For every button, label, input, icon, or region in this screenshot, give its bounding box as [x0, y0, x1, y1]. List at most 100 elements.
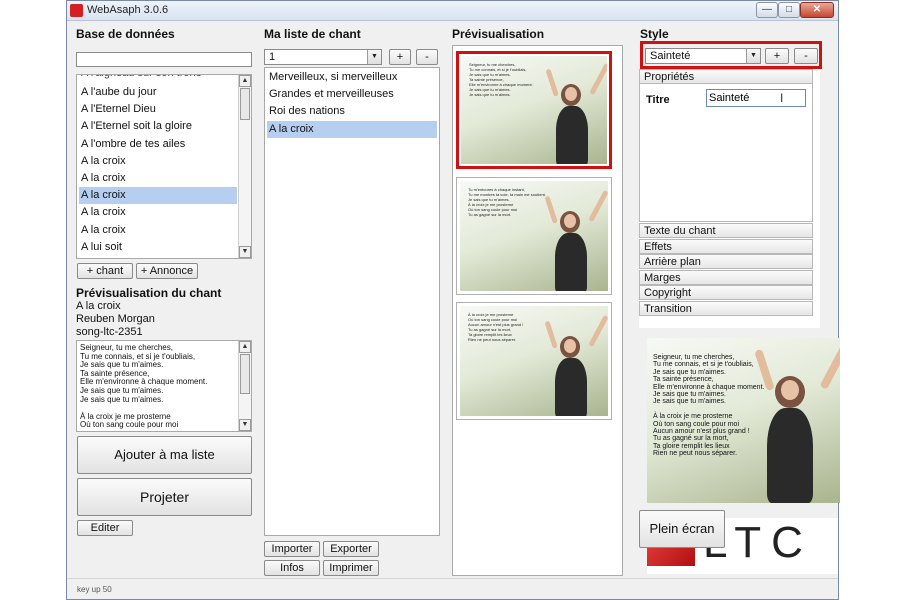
- list-item-partial: A l'aigneau sur son trône: [79, 75, 249, 82]
- person-face: [565, 87, 577, 101]
- database-title: Base de données: [76, 27, 175, 41]
- database-list-item[interactable]: A la croix: [79, 187, 237, 205]
- add-to-list-button[interactable]: Ajouter à ma liste: [77, 436, 252, 474]
- list-select[interactable]: 1 ▼: [264, 49, 382, 65]
- add-style-button[interactable]: +: [765, 48, 789, 64]
- scroll-thumb[interactable]: [240, 354, 250, 394]
- database-song-list[interactable]: A l'aigneau sur son trône A l'aube du jo…: [76, 74, 252, 259]
- person-body: [556, 106, 588, 164]
- person-arm: [588, 314, 608, 348]
- database-search-input[interactable]: [76, 52, 252, 67]
- scroll-down-icon[interactable]: ▼: [239, 419, 251, 431]
- properties-content: Titre I: [639, 84, 813, 222]
- database-list-item[interactable]: A la croix: [79, 170, 237, 187]
- person-body: [555, 233, 587, 291]
- add-announce-button[interactable]: + Annonce: [136, 263, 198, 279]
- my-list-item[interactable]: Roi des nations: [267, 103, 437, 120]
- database-list-item[interactable]: A la croix: [79, 222, 237, 239]
- slide-image: Seigneur, tu me cherches, Tu me connais,…: [461, 56, 607, 164]
- import-button[interactable]: Importer: [264, 541, 320, 557]
- lyrics-scrollbar[interactable]: ▲ ▼: [238, 341, 251, 431]
- status-bar: key up 50: [67, 578, 838, 599]
- slide-text: Tu m'entoures à chaque instant, Tu me mo…: [468, 187, 546, 217]
- my-list-item[interactable]: A la croix: [267, 120, 437, 138]
- print-button[interactable]: Imprimer: [323, 560, 379, 576]
- scroll-thumb[interactable]: [240, 88, 250, 120]
- database-list-item[interactable]: A lui soit: [79, 239, 237, 256]
- slide-thumbnail-selected[interactable]: Seigneur, tu me cherches, Tu me connais,…: [456, 51, 612, 169]
- add-list-button[interactable]: +: [389, 49, 411, 65]
- remove-style-button[interactable]: -: [794, 48, 818, 64]
- properties-header[interactable]: Propriétés: [639, 69, 813, 84]
- database-list-item[interactable]: A la croix: [79, 204, 237, 221]
- song-preview-title: Prévisualisation du chant: [76, 286, 222, 300]
- slide-image: À la croix je me prosterne Où ton sang c…: [460, 306, 608, 416]
- song-author: Reuben Morgan: [76, 313, 155, 325]
- slide-thumbnail[interactable]: À la croix je me prosterne Où ton sang c…: [456, 302, 612, 420]
- dropdown-arrow-icon[interactable]: ▼: [367, 50, 381, 64]
- edit-button[interactable]: Editer: [77, 520, 133, 536]
- person-arm: [588, 189, 608, 223]
- style-preview-background: Seigneur, tu me cherches, Tu me connais,…: [647, 338, 840, 503]
- person-body: [767, 408, 813, 503]
- person-arm: [544, 320, 558, 349]
- database-list-item[interactable]: A la croix: [79, 153, 237, 170]
- person-arm: [544, 195, 558, 224]
- minimize-icon[interactable]: —: [756, 2, 778, 18]
- my-list-item[interactable]: Grandes et merveilleuses: [267, 86, 437, 103]
- song-ref: song-ltc-2351: [76, 326, 143, 338]
- my-list-item[interactable]: Merveilleux, si merveilleux: [267, 69, 437, 86]
- database-list-item[interactable]: A l'Eternel Dieu: [79, 101, 237, 118]
- database-scrollbar[interactable]: ▲ ▼: [238, 75, 251, 258]
- slide-text: À la croix je me prosterne Où ton sang c…: [468, 312, 524, 342]
- style-preview-text: Seigneur, tu me cherches, Tu me connais,…: [653, 354, 765, 458]
- slide-text: Seigneur, tu me cherches, Tu me connais,…: [469, 62, 533, 97]
- person-body: [555, 358, 587, 416]
- style-section-header[interactable]: Copyright: [639, 285, 813, 301]
- style-title: Style: [640, 27, 669, 41]
- app-window: WebAsaph 3.0.6 — □ ✕ Base de données A l…: [66, 0, 840, 600]
- maximize-icon[interactable]: □: [778, 2, 800, 18]
- style-section-header[interactable]: Transition: [639, 301, 813, 316]
- song-name: A la croix: [76, 300, 121, 312]
- person-face: [564, 339, 576, 353]
- text-cursor-icon: I: [780, 91, 784, 105]
- style-section-header[interactable]: Marges: [639, 269, 813, 285]
- remove-list-button[interactable]: -: [416, 49, 438, 65]
- window-title: WebAsaph 3.0.6: [87, 4, 169, 16]
- project-button[interactable]: Projeter: [77, 478, 252, 516]
- person-arm: [589, 62, 607, 96]
- style-section-header[interactable]: Arrière plan: [639, 254, 813, 270]
- style-section-header[interactable]: Texte du chant: [639, 223, 813, 238]
- my-list-title: Ma liste de chant: [264, 27, 361, 41]
- slide-thumbnail[interactable]: Tu m'entoures à chaque instant, Tu me mo…: [456, 177, 612, 295]
- person-arm: [545, 68, 559, 97]
- person-face: [564, 214, 576, 228]
- song-lyrics-preview[interactable]: Seigneur, tu me cherches, Tu me connais,…: [76, 340, 252, 432]
- person-arm: [819, 343, 840, 390]
- close-icon[interactable]: ✕: [800, 2, 834, 18]
- database-list-item[interactable]: A l'Eternel soit la gloire: [79, 118, 237, 135]
- dropdown-arrow-icon[interactable]: ▼: [746, 49, 760, 63]
- scroll-up-icon[interactable]: ▲: [239, 341, 251, 353]
- title-bar: WebAsaph 3.0.6 — □ ✕: [67, 1, 838, 21]
- slide-image: Tu m'entoures à chaque instant, Tu me mo…: [460, 181, 608, 291]
- style-preview-image: Seigneur, tu me cherches, Tu me connais,…: [647, 338, 840, 503]
- fullscreen-button[interactable]: Plein écran: [639, 510, 725, 548]
- database-list-item[interactable]: A l'aube du jour: [79, 84, 237, 101]
- scroll-down-icon[interactable]: ▼: [239, 246, 251, 258]
- my-song-list[interactable]: Merveilleux, si merveilleux Grandes et me…: [264, 67, 440, 536]
- style-select[interactable]: Sainteté ▼: [645, 48, 761, 64]
- style-properties-panel: Propriétés Titre I Texte du chantEffetsA…: [639, 69, 820, 328]
- database-list-item[interactable]: A l'ombre de tes ailes: [79, 136, 237, 153]
- export-button[interactable]: Exporter: [323, 541, 379, 557]
- title-field-input[interactable]: [706, 89, 806, 107]
- person-face: [781, 380, 799, 400]
- add-song-button[interactable]: + chant: [77, 263, 133, 279]
- style-select-value: Sainteté: [650, 50, 691, 62]
- app-icon: [70, 4, 83, 17]
- info-button[interactable]: Infos: [264, 560, 320, 576]
- style-section-header[interactable]: Effets: [639, 238, 813, 254]
- style-selector-highlight: Sainteté ▼ + -: [640, 41, 822, 69]
- scroll-up-icon[interactable]: ▲: [239, 75, 251, 87]
